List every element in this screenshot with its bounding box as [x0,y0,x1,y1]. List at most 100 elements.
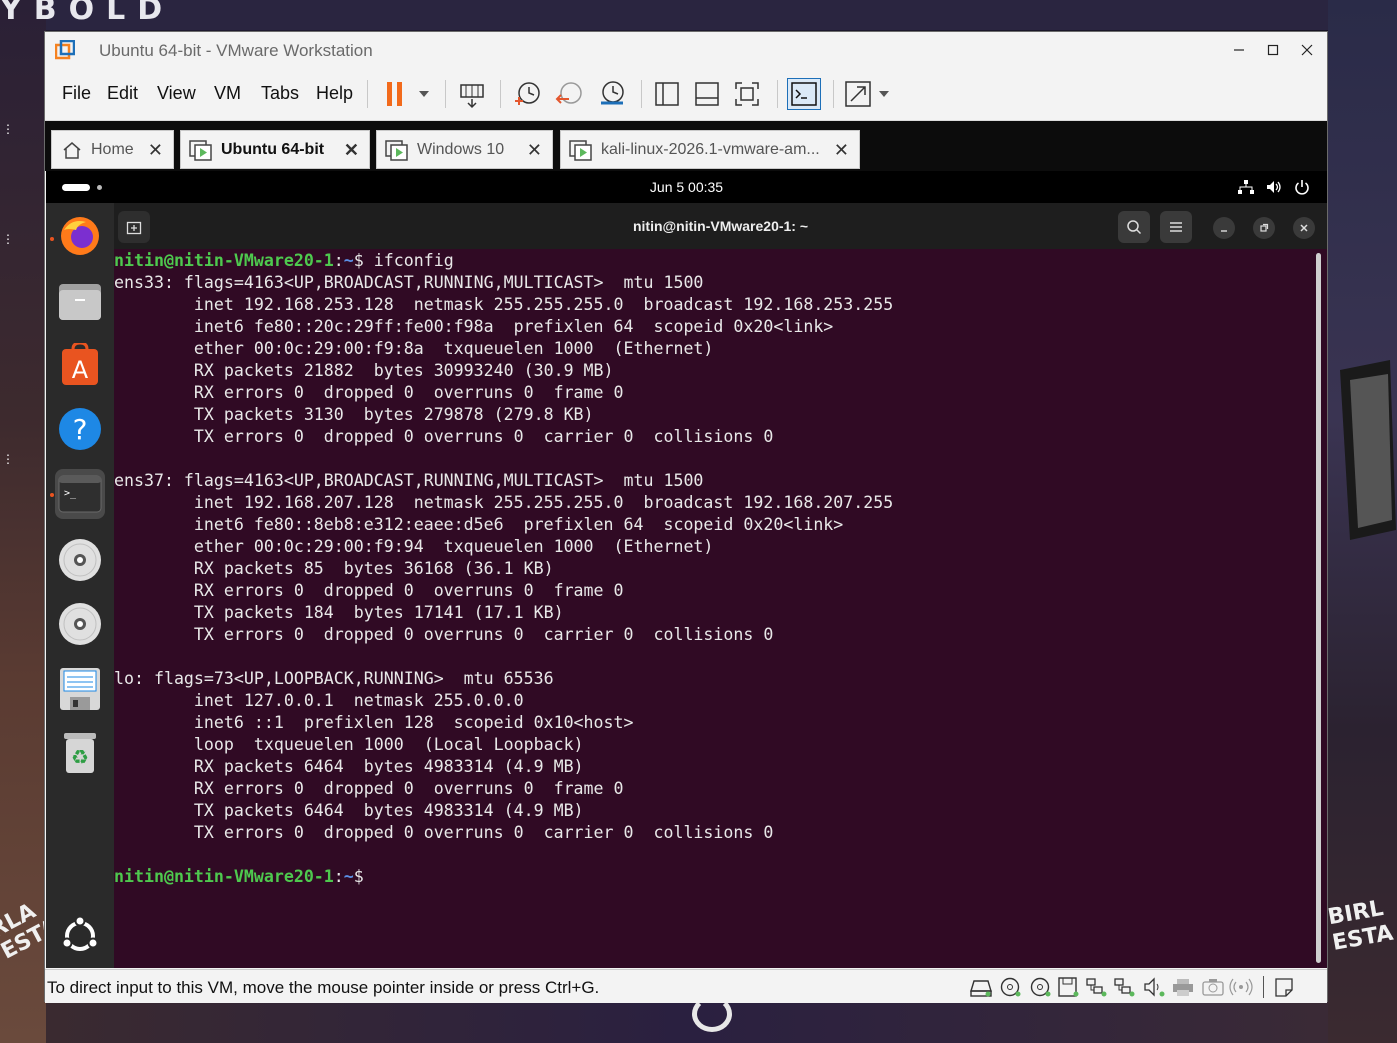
stretch-guest-button[interactable] [843,78,895,110]
wallpaper-text: BIRL ESTA [1325,895,1396,956]
ifconfig-output: ens33: flags=4163<UP,BROADCAST,RUNNING,M… [114,273,894,842]
toolbar-separator [500,80,501,108]
power-icon[interactable] [1294,179,1310,195]
close-tab-icon[interactable]: ✕ [148,140,163,161]
take-snapshot-button[interactable] [511,78,545,110]
status-bar: To direct input to this VM, move the mou… [45,969,1327,1003]
running-indicator [50,493,54,497]
prompt-separator: : [333,251,344,270]
running-indicator [50,237,54,241]
clock[interactable]: Jun 5 00:35 [46,179,1327,195]
menu-file[interactable]: File [62,83,91,104]
sound-card-icon[interactable] [1143,977,1167,997]
close-tab-icon[interactable]: ✕ [344,140,359,161]
dock-floppy-drive[interactable] [55,664,105,714]
show-library-button[interactable] [650,78,684,110]
tab-label: Windows 10 [417,140,505,158]
terminal-close-button[interactable] [1293,217,1315,239]
prompt-symbol: $ [353,251,364,270]
prompt-path: ~ [343,867,354,886]
dock-optical-drive-2[interactable] [55,599,105,649]
terminal-scrollbar[interactable] [1316,253,1321,963]
terminal-body[interactable]: nitin@nitin-VMware20-1:~$ ifconfig ens33… [114,249,1309,968]
network-icon[interactable] [1238,180,1254,194]
desktop-wallpaper [46,1002,1328,1043]
maximize-button[interactable] [1256,36,1290,64]
message-log-icon[interactable] [1273,977,1297,997]
vm-running-icon [385,139,408,161]
vm-tab-bar: Home ✕ Ubuntu 64-bit ✕ Windows 10 ✕ kali… [45,121,1327,171]
status-separator [1263,976,1264,998]
revert-snapshot-button[interactable] [553,78,587,110]
vmware-logo-icon [55,40,75,60]
terminal-minimize-button[interactable] [1213,217,1235,239]
pause-button[interactable] [383,78,433,110]
cd-drive-icon [59,539,101,581]
trash-icon: ♻ [64,733,96,773]
terminal-output: nitin@nitin-VMware20-1:~$ ifconfig ens33… [114,249,1309,888]
toolbar-separator [641,80,642,108]
minimize-button[interactable] [1222,36,1256,64]
close-button[interactable] [1290,36,1324,64]
cd-dvd-icon[interactable] [1029,977,1053,997]
toolbar-separator [833,80,834,108]
volume-icon[interactable] [1266,179,1282,195]
printer-icon[interactable] [1171,977,1195,997]
terminal-restore-button[interactable] [1253,217,1275,239]
vm-running-icon [189,139,212,161]
help-icon: ? [59,408,101,450]
terminal-header-bar[interactable]: nitin@nitin-VMware20-1: ~ [114,203,1327,249]
search-button[interactable] [1118,211,1150,243]
wireless-icon[interactable] [1229,977,1253,997]
prompt-path: ~ [343,251,354,270]
network-adapter-icon[interactable] [1113,977,1137,997]
dock-files[interactable] [55,276,105,326]
tab-windows-10[interactable]: Windows 10 ✕ [376,130,553,169]
dock-optical-drive-1[interactable] [55,535,105,585]
dock-firefox[interactable] [55,211,105,261]
menu-vm[interactable]: VM [214,83,241,104]
send-ctrl-alt-del-button[interactable] [455,78,489,110]
show-apps-button[interactable] [55,911,105,961]
snapshot-manager-button[interactable] [595,78,629,110]
menu-button[interactable] [1160,211,1192,243]
stretch-icon [845,81,889,107]
dock-trash[interactable]: ♻ [55,728,105,778]
wallpaper-decoration: ⋮ [2,452,14,466]
cd-dvd-icon[interactable] [999,977,1023,997]
menu-help[interactable]: Help [316,83,353,104]
tab-home[interactable]: Home ✕ [51,130,174,169]
snapshot-take-icon [515,82,540,105]
send-keys-icon [460,84,484,109]
hard-disk-icon[interactable] [969,977,993,997]
prompt-user: nitin@nitin-VMware20-1 [114,867,334,886]
dock-terminal[interactable]: >_ [55,469,105,519]
close-tab-icon[interactable]: ✕ [527,140,542,161]
terminal-window[interactable]: nitin@nitin-VMware20-1: ~ nitin@nitin-VM… [114,203,1327,968]
floppy-icon[interactable] [1057,977,1081,997]
wallpaper-text: YBOLD [0,0,175,27]
command-text: ifconfig [363,251,454,270]
gnome-top-bar: Jun 5 00:35 [46,171,1327,203]
title-bar[interactable]: Ubuntu 64-bit - VMware Workstation [45,32,1327,68]
network-adapter-icon[interactable] [1085,977,1109,997]
tab-ubuntu-64-bit[interactable]: Ubuntu 64-bit ✕ [180,130,370,169]
menu-edit[interactable]: Edit [107,83,138,104]
menu-tabs[interactable]: Tabs [261,83,299,104]
camera-icon[interactable] [1201,977,1225,997]
full-screen-button[interactable] [730,78,764,110]
guest-display[interactable]: Jun 5 00:35 A ? >_ ♻ nitin@nitin-VMware2… [46,171,1327,968]
dock-help[interactable]: ? [55,404,105,454]
close-tab-icon[interactable]: ✕ [834,140,849,161]
sidebar-icon [655,82,679,106]
terminal-icon [791,82,817,106]
show-thumbnail-bar-button[interactable] [690,78,724,110]
dock-app-center[interactable]: A [55,340,105,390]
console-view-button[interactable] [787,78,821,110]
menu-toolbar: File Edit View VM Tabs Help [45,68,1327,121]
menu-view[interactable]: View [157,83,196,104]
tab-kali-linux[interactable]: kali-linux-2026.1-vmware-am... ✕ [560,130,860,169]
prompt-user: nitin@nitin-VMware20-1 [114,251,334,270]
full-screen-icon [735,82,759,106]
cd-drive-icon [59,603,101,645]
